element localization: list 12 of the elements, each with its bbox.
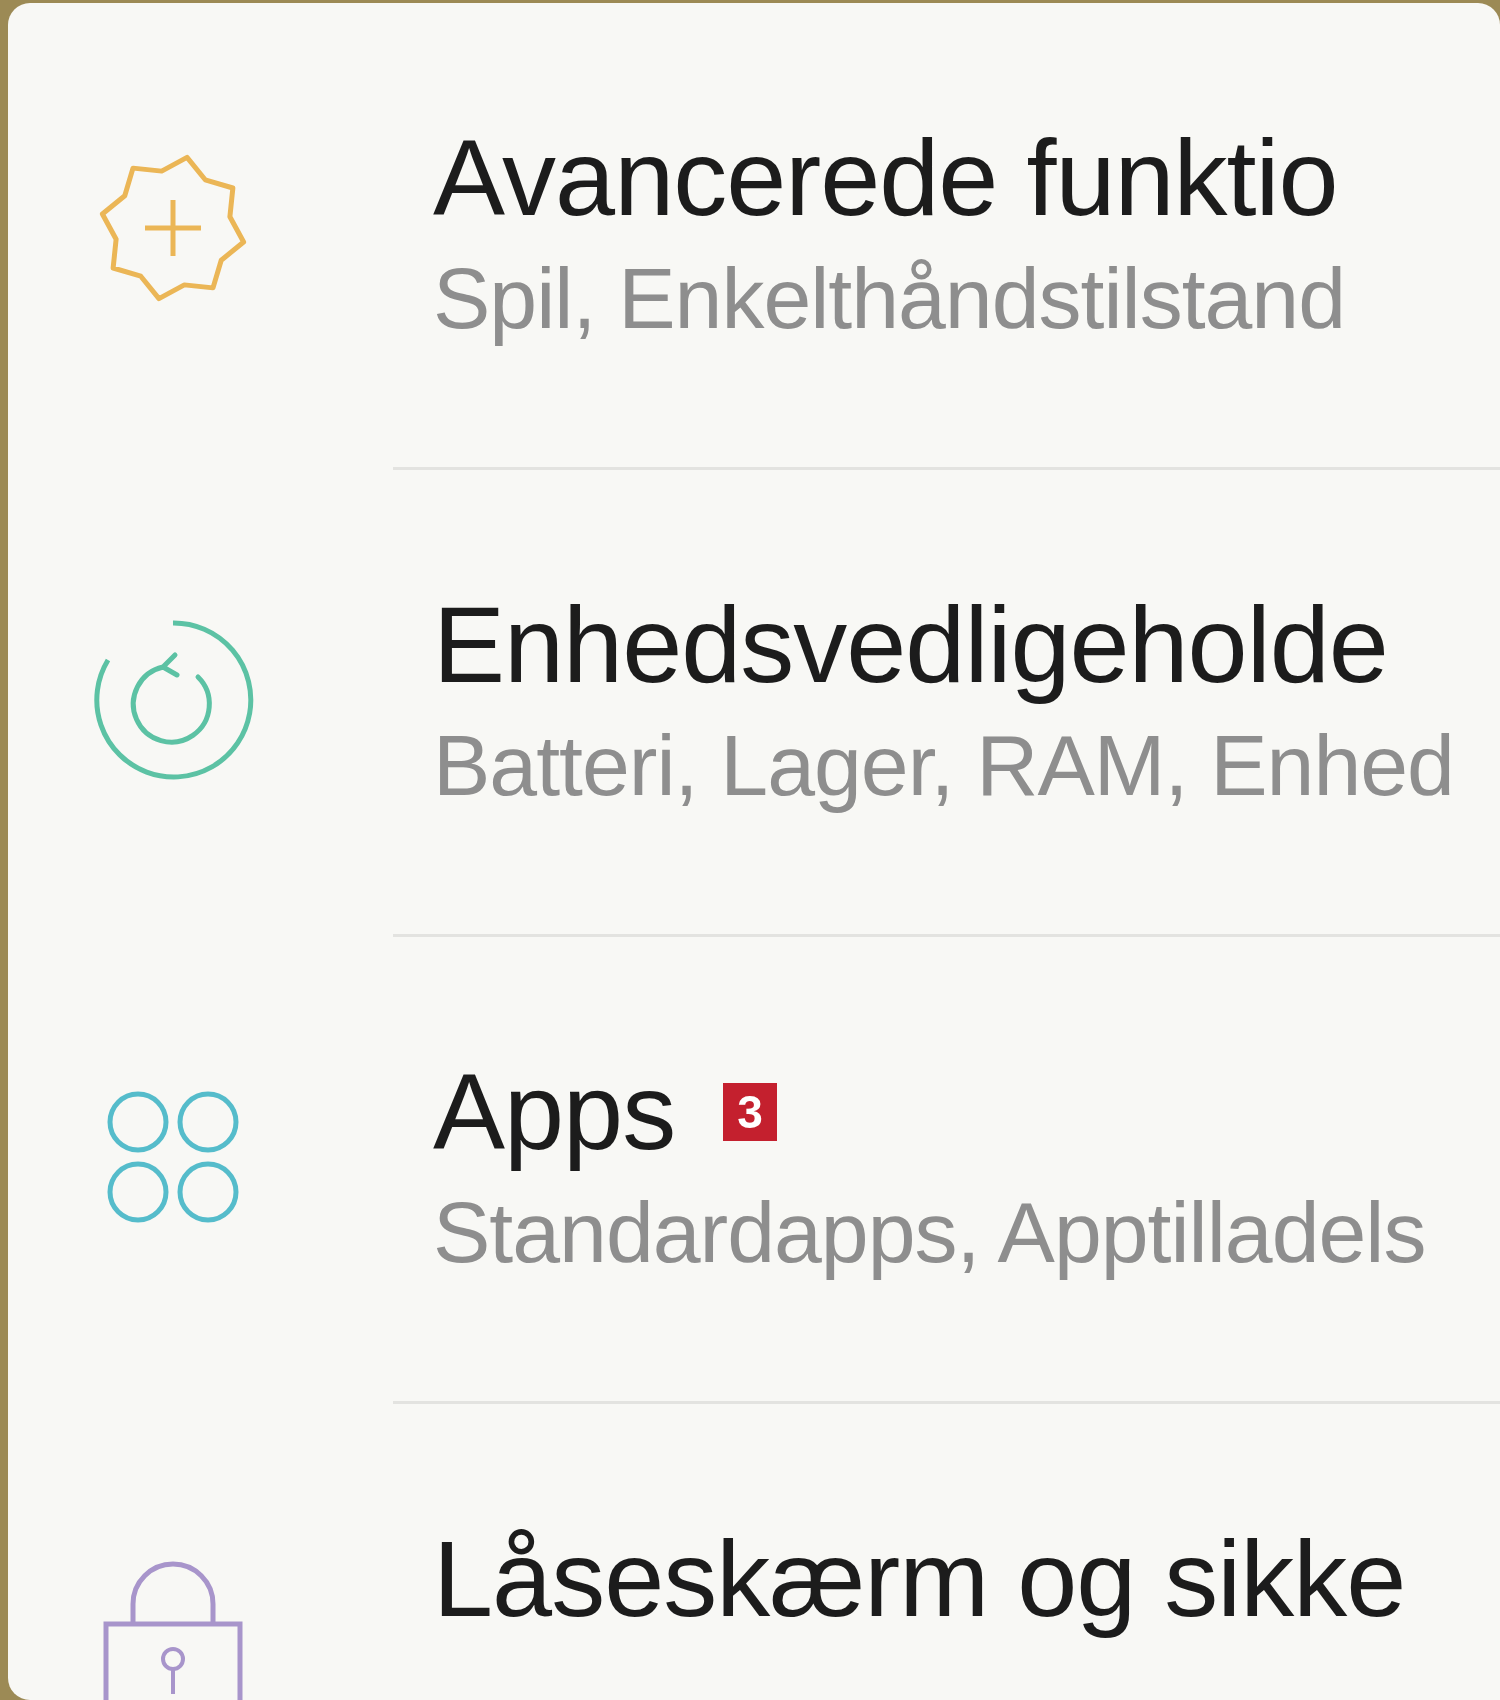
item-subtitle: Standardapps, Apptilladels <box>433 1184 1426 1280</box>
item-title: Enhedsvedligeholde <box>433 585 1388 705</box>
item-title: Avancerede funktio <box>433 118 1338 238</box>
settings-item[interactable]: Enhedsvedligeholde Batteri, Lager, RAM, Enhed <box>8 470 1500 934</box>
number-badge: 3 <box>723 1083 777 1141</box>
settings-item[interactable]: Avancerede funktio Spil, Enkelthåndstilstand <box>8 3 1500 467</box>
item-title: Apps <box>433 1052 676 1172</box>
item-title: Låseskærm og sikke <box>433 1519 1406 1639</box>
item-subtitle: Spil, Enkelthåndstilstand <box>433 250 1345 346</box>
settings-item[interactable]: Apps 3 Standardapps, Apptilladels <box>8 937 1500 1401</box>
item-subtitle: Batteri, Lager, RAM, Enhed <box>433 717 1454 813</box>
settings-item[interactable]: Låseskærm og sikke <box>8 1404 1500 1700</box>
